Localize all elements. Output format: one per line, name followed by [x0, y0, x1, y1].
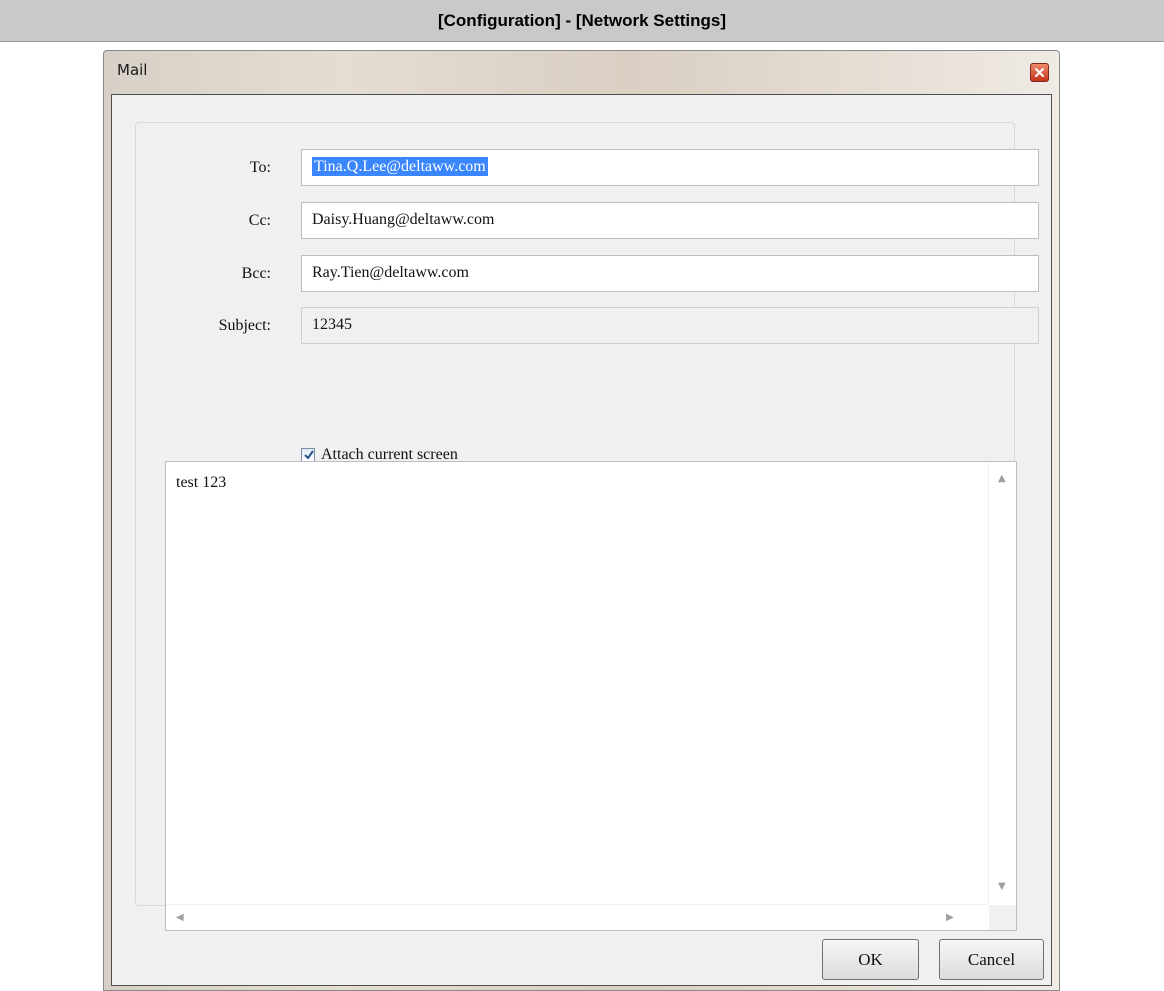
- to-field[interactable]: Tina.Q.Lee@deltaww.com: [301, 149, 1039, 186]
- scroll-left-icon[interactable]: ◀: [176, 913, 184, 923]
- cc-field[interactable]: Daisy.Huang@deltaww.com: [301, 202, 1039, 239]
- subject-field: 12345: [301, 307, 1039, 344]
- check-icon: [304, 450, 314, 460]
- to-label: To:: [249, 159, 271, 176]
- horizontal-scrollbar[interactable]: ◀ ▶: [166, 904, 989, 930]
- bcc-label: Bcc:: [241, 265, 271, 282]
- ok-button[interactable]: OK: [822, 939, 919, 980]
- dialog-title: Mail: [117, 61, 148, 79]
- message-body-text: test 123: [176, 474, 227, 491]
- subject-label: Subject:: [218, 317, 271, 334]
- bcc-field-value: Ray.Tien@deltaww.com: [312, 264, 469, 281]
- scroll-down-icon[interactable]: ▼: [998, 882, 1006, 892]
- message-body[interactable]: test 123 ▲ ▼ ◀ ▶: [165, 461, 1017, 931]
- page-header-title: [Configuration] - [Network Settings]: [437, 10, 727, 30]
- page-header: [Configuration] - [Network Settings]: [0, 0, 1164, 42]
- scroll-right-icon[interactable]: ▶: [946, 913, 954, 923]
- attach-screen-checkbox[interactable]: [301, 448, 315, 462]
- cancel-button[interactable]: Cancel: [939, 939, 1044, 980]
- bcc-field[interactable]: Ray.Tien@deltaww.com: [301, 255, 1039, 292]
- close-button[interactable]: [1030, 63, 1049, 82]
- dialog-client-area: To: Tina.Q.Lee@deltaww.com Cc: Daisy.Hua…: [111, 94, 1052, 986]
- dialog-titlebar[interactable]: Mail: [104, 51, 1059, 93]
- mail-dialog: Mail To: Tina.Q.Lee@deltaww.com Cc: Dais…: [103, 50, 1060, 991]
- vertical-scrollbar[interactable]: ▲ ▼: [988, 462, 1016, 905]
- close-icon: [1035, 68, 1044, 77]
- cc-field-value: Daisy.Huang@deltaww.com: [312, 211, 495, 228]
- subject-field-value: 12345: [312, 316, 352, 333]
- cc-label: Cc:: [248, 212, 271, 229]
- scrollbar-corner: [989, 905, 1016, 930]
- to-field-value: Tina.Q.Lee@deltaww.com: [312, 157, 488, 176]
- scroll-up-icon[interactable]: ▲: [998, 474, 1006, 484]
